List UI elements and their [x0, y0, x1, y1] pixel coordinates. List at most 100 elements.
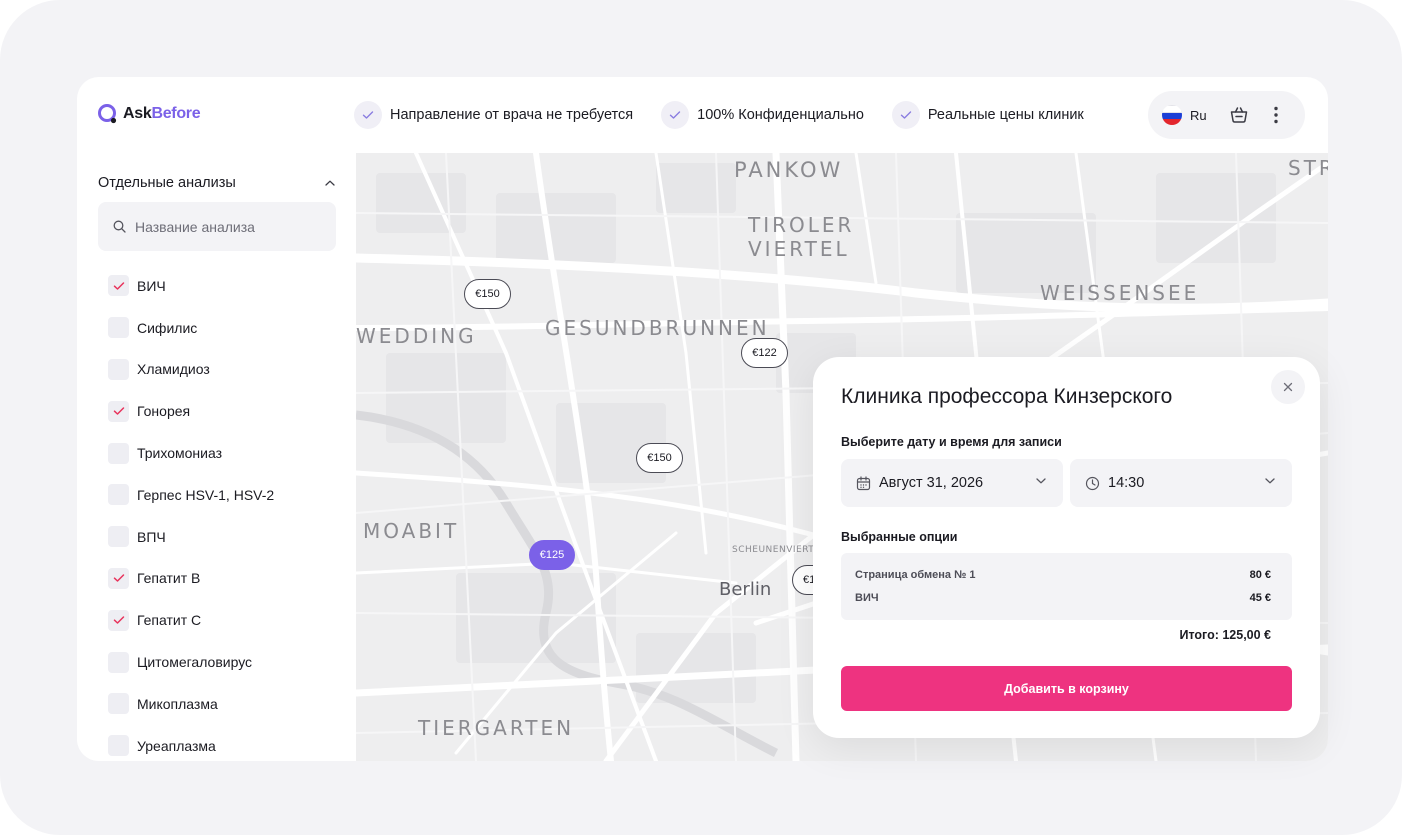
list-item[interactable]: Уреаплазма — [108, 725, 274, 761]
list-item[interactable]: Герпес HSV-1, HSV-2 — [108, 474, 274, 516]
datetime-label: Выберите дату и время для записи — [841, 435, 1062, 449]
checkbox[interactable] — [108, 317, 129, 339]
flag-russia-icon[interactable] — [1162, 105, 1182, 125]
option-price: 45 € — [1249, 592, 1271, 604]
chevron-down-icon — [1265, 478, 1275, 484]
district-label: GESUNDBRUNNEN — [545, 316, 770, 340]
header-actions: Ru — [1148, 91, 1305, 139]
chevron-down-icon — [1036, 478, 1046, 484]
list-item[interactable]: Гепатит C — [108, 599, 274, 641]
features-bar: Направление от врача не требуется 100% К… — [354, 101, 1112, 129]
list-item[interactable]: Цитомегаловирус — [108, 641, 274, 683]
item-label: ВИЧ — [137, 277, 166, 294]
list-item[interactable]: ВИЧ — [108, 265, 274, 307]
item-label: Гепатит B — [137, 570, 201, 587]
modal-title: Клиника профессора Кинзерского — [841, 385, 1173, 408]
district-label: STR — [1288, 156, 1328, 180]
calendar-icon — [856, 475, 871, 490]
checkbox-checked[interactable] — [108, 275, 129, 297]
checkbox-checked[interactable] — [108, 400, 129, 422]
top-header: AskBefore Направление от врача не требуе… — [77, 77, 1328, 153]
clinic-booking-modal: Клиника профессора Кинзерского Выберите … — [813, 357, 1320, 738]
small-district-label: SCHEUNENVIERT — [732, 545, 815, 555]
item-label: ВПЧ — [137, 528, 166, 545]
feature-no-referral: Направление от врача не требуется — [354, 101, 633, 129]
district-label: TIERGARTEN — [418, 716, 575, 740]
filter-sidebar: Отдельные анализы ВИЧ Сифилис Хламидиоз … — [77, 153, 356, 761]
item-label: Трихомониаз — [137, 445, 223, 462]
total-price: Итого: 125,00 € — [1179, 628, 1271, 642]
list-item[interactable]: Микоплазма — [108, 683, 274, 725]
price-pin[interactable]: €122 — [741, 338, 788, 368]
more-vertical-icon[interactable] — [1273, 106, 1279, 124]
feature-label: 100% Конфиденциально — [697, 107, 864, 123]
item-label: Цитомегаловирус — [137, 654, 253, 671]
time-value: 14:30 — [1108, 475, 1145, 491]
language-selector[interactable]: Ru — [1190, 108, 1207, 123]
district-label: PANKOW — [734, 158, 844, 182]
section-title: Отдельные анализы — [98, 175, 236, 191]
feature-label: Направление от врача не требуется — [390, 107, 634, 123]
checkbox[interactable] — [108, 735, 129, 757]
check-icon — [354, 101, 382, 129]
date-value: Август 31, 2026 — [879, 475, 984, 491]
checkbox-checked[interactable] — [108, 567, 129, 589]
district-label: WEDDING — [356, 324, 477, 348]
item-label: Гепатит C — [137, 612, 202, 629]
list-item[interactable]: Хламидиоз — [108, 349, 274, 391]
search-input[interactable] — [135, 218, 315, 235]
option-name: ВИЧ — [855, 592, 879, 604]
list-item[interactable]: Сифилис — [108, 307, 274, 349]
checkbox[interactable] — [108, 526, 129, 548]
district-label: MOABIT — [363, 519, 460, 543]
add-to-cart-button[interactable]: Добавить в корзину — [841, 666, 1292, 711]
district-label: TIROLER — [748, 213, 855, 237]
check-icon — [891, 101, 920, 129]
price-pin-selected[interactable]: €125 — [529, 540, 575, 570]
clock-icon — [1085, 476, 1100, 490]
list-item[interactable]: Гонорея — [108, 390, 274, 432]
option-row: ВИЧ 45 € — [855, 592, 1271, 604]
options-label: Выбранные опции — [841, 530, 958, 544]
option-price: 80 € — [1249, 569, 1271, 581]
list-item[interactable]: Гепатит B — [108, 558, 274, 600]
price-pin[interactable]: €150 — [636, 443, 683, 473]
checkbox[interactable] — [108, 442, 129, 464]
feature-label: Реальные цены клиник — [927, 107, 1084, 123]
check-icon — [661, 101, 690, 129]
city-label: Berlin — [719, 579, 772, 600]
item-label: Гонорея — [137, 403, 191, 420]
option-row: Страница обмена № 1 80 € — [855, 569, 1271, 581]
search-icon — [113, 220, 126, 233]
logo-text-before: Before — [151, 105, 201, 122]
feature-confidential: 100% Конфиденциально — [661, 101, 864, 129]
logo-text-ask: Ask — [123, 105, 152, 122]
district-label: VIERTEL — [748, 237, 850, 261]
price-pin[interactable]: €150 — [464, 279, 511, 309]
time-select[interactable]: 14:30 — [1070, 459, 1292, 507]
section-header[interactable]: Отдельные анализы — [98, 175, 335, 191]
item-label: Уреаплазма — [137, 737, 216, 754]
checkbox[interactable] — [108, 693, 129, 715]
close-button[interactable] — [1271, 370, 1305, 404]
item-label: Хламидиоз — [137, 361, 210, 378]
list-item[interactable]: Трихомониаз — [108, 432, 274, 474]
search-box[interactable] — [98, 202, 336, 251]
checkbox[interactable] — [108, 651, 129, 673]
option-name: Страница обмена № 1 — [855, 569, 976, 581]
test-list: ВИЧ Сифилис Хламидиоз Гонорея Трихомониа… — [108, 265, 274, 761]
district-label: WEISSENSEE — [1040, 281, 1200, 305]
chevron-up-icon[interactable] — [325, 180, 335, 186]
logo[interactable]: AskBefore — [97, 103, 201, 125]
list-item[interactable]: ВПЧ — [108, 516, 274, 558]
checkbox[interactable] — [108, 484, 129, 506]
selected-options: Страница обмена № 1 80 € ВИЧ 45 € — [841, 553, 1292, 620]
item-label: Сифилис — [137, 319, 198, 336]
item-label: Герпес HSV-1, HSV-2 — [137, 486, 275, 503]
basket-icon[interactable] — [1229, 105, 1249, 125]
logo-icon — [98, 104, 117, 124]
checkbox-checked[interactable] — [108, 609, 129, 631]
date-select[interactable]: Август 31, 2026 — [841, 459, 1063, 507]
checkbox[interactable] — [108, 358, 129, 380]
item-label: Микоплазма — [137, 695, 218, 712]
